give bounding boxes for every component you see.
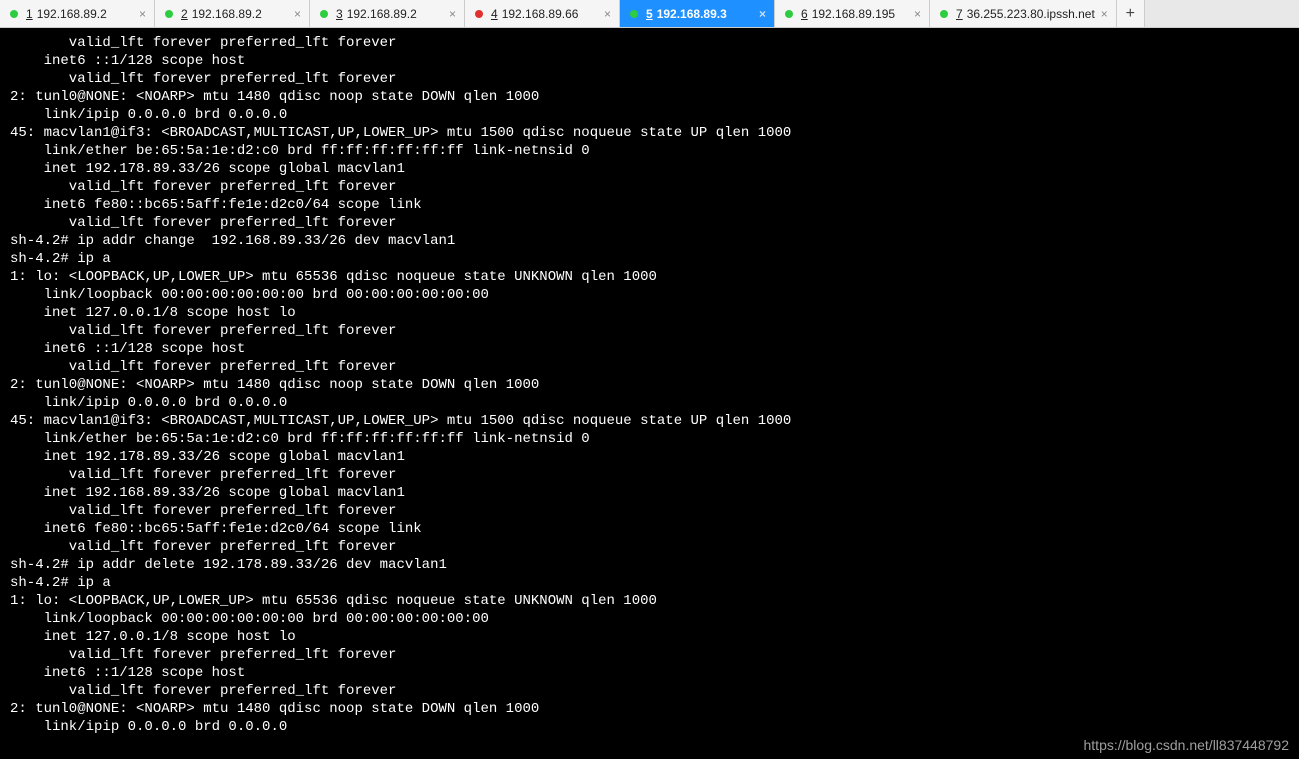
terminal-output[interactable]: valid_lft forever preferred_lft forever … (0, 28, 1299, 759)
tab-label: 192.168.89.2 (347, 7, 417, 21)
tab-number: 3 (336, 7, 343, 21)
tab-bar: 1 192.168.89.2×2 192.168.89.2×3 192.168.… (0, 0, 1299, 28)
status-dot-icon (165, 10, 173, 18)
tab-number: 5 (646, 7, 653, 21)
close-icon[interactable]: × (1095, 7, 1108, 21)
new-tab-button[interactable]: + (1117, 0, 1145, 27)
status-dot-icon (785, 10, 793, 18)
status-dot-icon (475, 10, 483, 18)
tab-number: 4 (491, 7, 498, 21)
tab-label: 192.168.89.3 (657, 7, 727, 21)
watermark-text: https://blog.csdn.net/ll837448792 (1084, 737, 1290, 753)
tab-label: 36.255.223.80.ipssh.net (967, 7, 1095, 21)
tab-number: 1 (26, 7, 33, 21)
close-icon[interactable]: × (908, 7, 921, 21)
status-dot-icon (320, 10, 328, 18)
close-icon[interactable]: × (288, 7, 301, 21)
tab-4[interactable]: 4 192.168.89.66 × (465, 0, 620, 27)
status-dot-icon (630, 10, 638, 18)
tab-label: 192.168.89.2 (192, 7, 262, 21)
close-icon[interactable]: × (598, 7, 611, 21)
tab-label: 192.168.89.2 (37, 7, 107, 21)
tab-3[interactable]: 3 192.168.89.2 × (310, 0, 465, 27)
close-icon[interactable]: × (443, 7, 456, 21)
tab-2[interactable]: 2 192.168.89.2 × (155, 0, 310, 27)
tab-number: 7 (956, 7, 963, 21)
tab-1[interactable]: 1 192.168.89.2 × (0, 0, 155, 27)
status-dot-icon (10, 10, 18, 18)
status-dot-icon (940, 10, 948, 18)
tab-number: 6 (801, 7, 808, 21)
tab-number: 2 (181, 7, 188, 21)
tab-label: 192.168.89.66 (502, 7, 579, 21)
close-icon[interactable]: × (753, 7, 766, 21)
tab-5[interactable]: 5 192.168.89.3 × (620, 0, 775, 27)
close-icon[interactable]: × (133, 7, 146, 21)
tab-label: 192.168.89.195 (812, 7, 895, 21)
tab-7[interactable]: 7 36.255.223.80.ipssh.net× (930, 0, 1117, 27)
tab-6[interactable]: 6 192.168.89.195 × (775, 0, 930, 27)
